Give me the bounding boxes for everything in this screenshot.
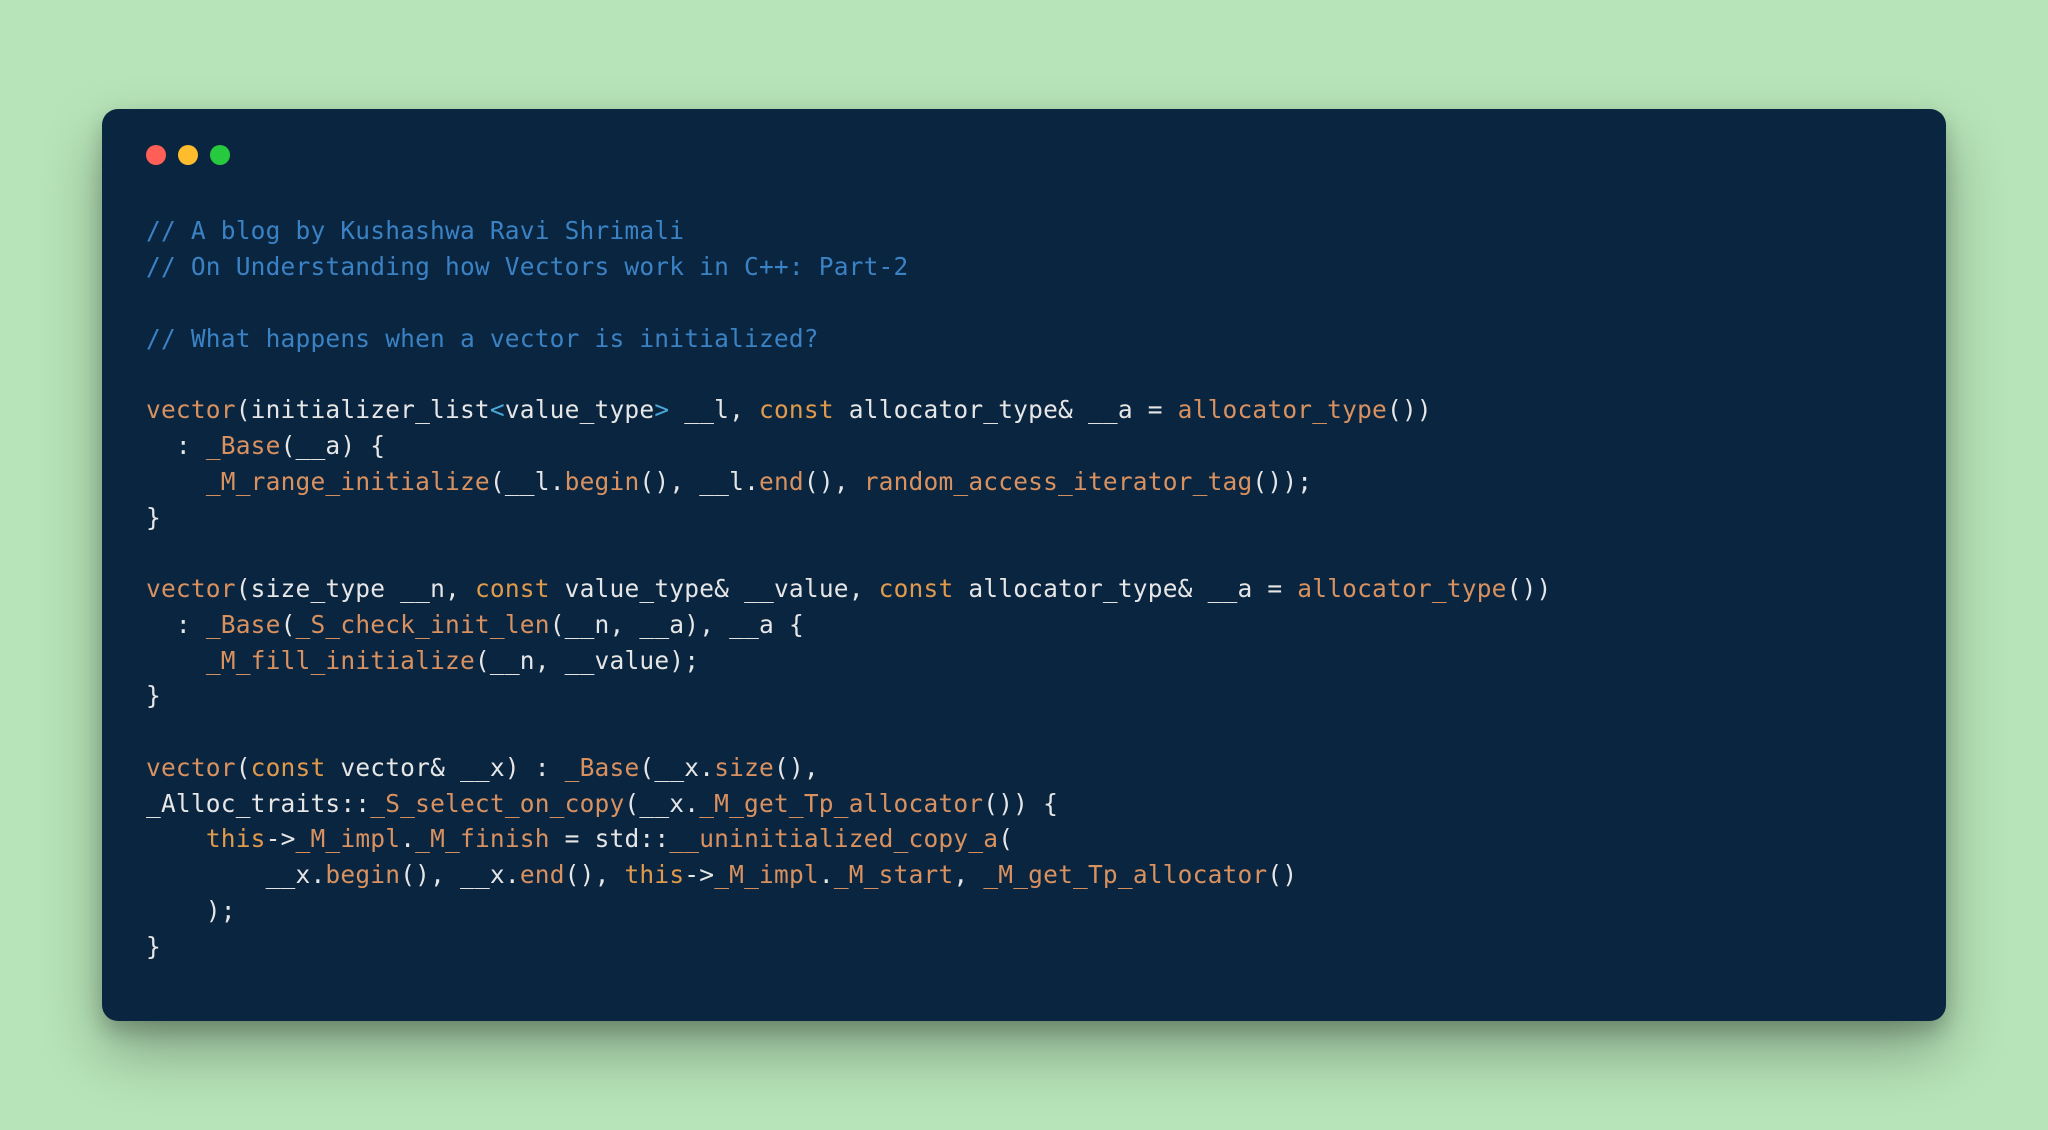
comment-line-3: // What happens when a vector is initial…	[146, 324, 819, 353]
ctor1-name: vector	[146, 395, 236, 424]
close-icon[interactable]	[146, 145, 166, 165]
maximize-icon[interactable]	[210, 145, 230, 165]
ctor2-name: vector	[146, 574, 236, 603]
ctor3-name: vector	[146, 753, 236, 782]
code-window: // A blog by Kushashwa Ravi Shrimali // …	[102, 109, 1946, 1020]
comment-line-2: // On Understanding how Vectors work in …	[146, 252, 908, 281]
comment-line-1: // A blog by Kushashwa Ravi Shrimali	[146, 216, 684, 245]
minimize-icon[interactable]	[178, 145, 198, 165]
code-block: // A blog by Kushashwa Ravi Shrimali // …	[146, 213, 1902, 964]
window-titlebar	[146, 145, 1902, 165]
